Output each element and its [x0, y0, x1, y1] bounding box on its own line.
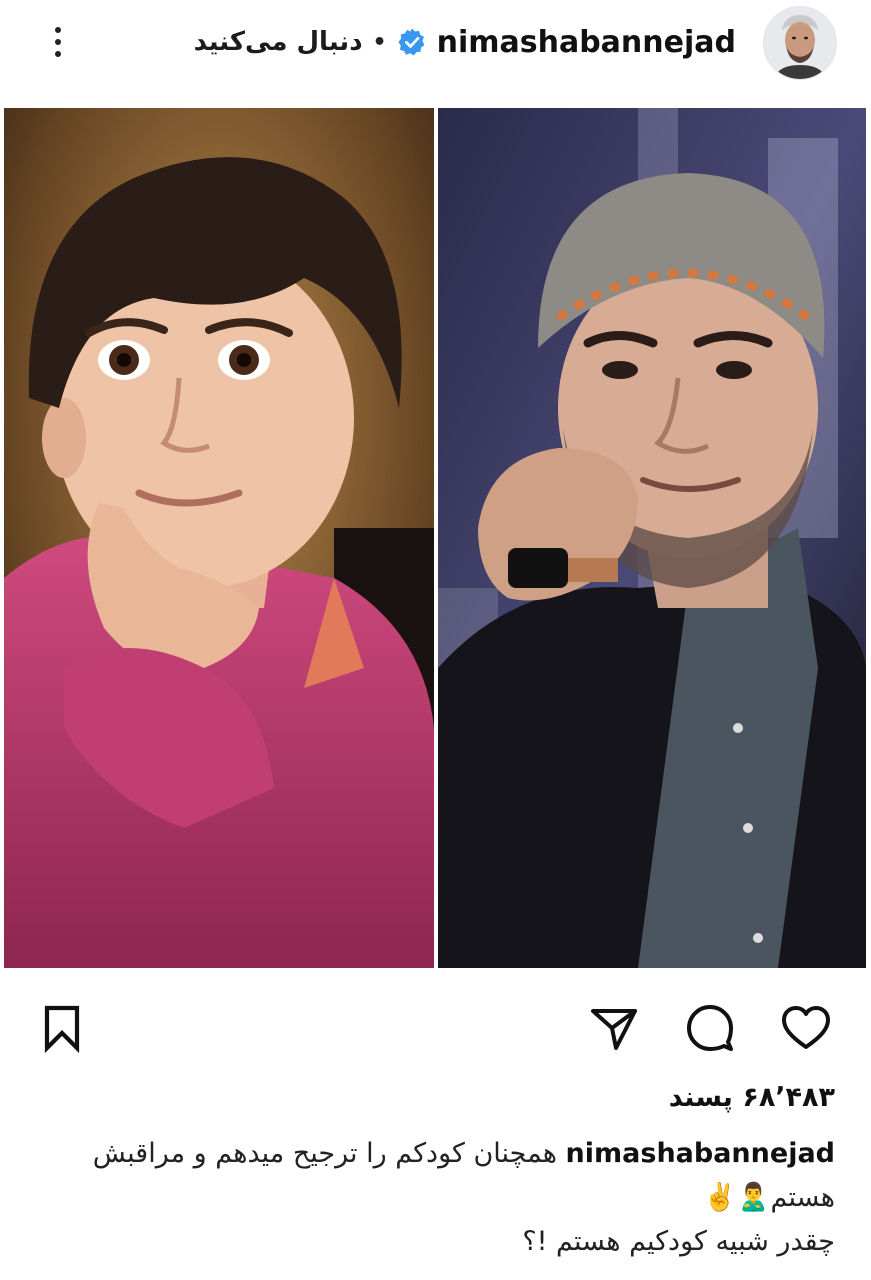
comment-icon — [687, 1005, 733, 1051]
childhood-photo — [4, 108, 434, 968]
header-username-link[interactable]: nimashabannejad — [437, 25, 736, 60]
adult-photo-illustration — [438, 108, 866, 968]
post-caption: nimashabannejad همچنان کودکم را ترجیح می… — [35, 1132, 835, 1264]
more-dot-icon — [55, 51, 61, 57]
following-status-button[interactable]: دنبال می‌کنید — [194, 27, 363, 57]
post-media[interactable] — [0, 100, 871, 978]
header-user-row: دنبال می‌کنید • nimashabannejad — [194, 22, 736, 62]
caption-first-line: nimashabannejad همچنان کودکم را ترجیح می… — [35, 1132, 835, 1176]
save-button[interactable] — [32, 998, 92, 1058]
bookmark-icon — [44, 1005, 80, 1054]
separator-dot: • — [372, 29, 387, 55]
post-header: دنبال می‌کنید • nimashabannejad — [0, 0, 871, 100]
share-button[interactable] — [584, 998, 644, 1058]
send-icon — [591, 1009, 637, 1050]
caption-text-line3: چقدر شبیه کودکیم هستم !؟ — [522, 1226, 835, 1257]
likes-count[interactable]: ۶۸٬۴۸۳ پسند — [669, 1082, 835, 1113]
childhood-photo-illustration — [4, 108, 434, 968]
heart-icon — [782, 1006, 830, 1049]
more-dot-icon — [55, 39, 61, 45]
verified-badge-icon — [398, 28, 424, 56]
more-dot-icon — [55, 27, 61, 33]
caption-text-line2: هستم🙎‍♂️✌️ — [703, 1182, 835, 1213]
caption-text-line1: همچنان کودکم را ترجیح میدهم و مراقبش — [92, 1138, 557, 1169]
profile-avatar[interactable] — [763, 6, 837, 80]
post-actions-bar — [0, 990, 871, 1070]
avatar-portrait-icon — [764, 7, 836, 79]
like-button[interactable] — [776, 998, 836, 1058]
adult-photo — [438, 108, 866, 968]
more-options-button[interactable] — [40, 20, 76, 64]
comment-button[interactable] — [680, 998, 740, 1058]
caption-username-link[interactable]: nimashabannejad — [566, 1132, 835, 1176]
